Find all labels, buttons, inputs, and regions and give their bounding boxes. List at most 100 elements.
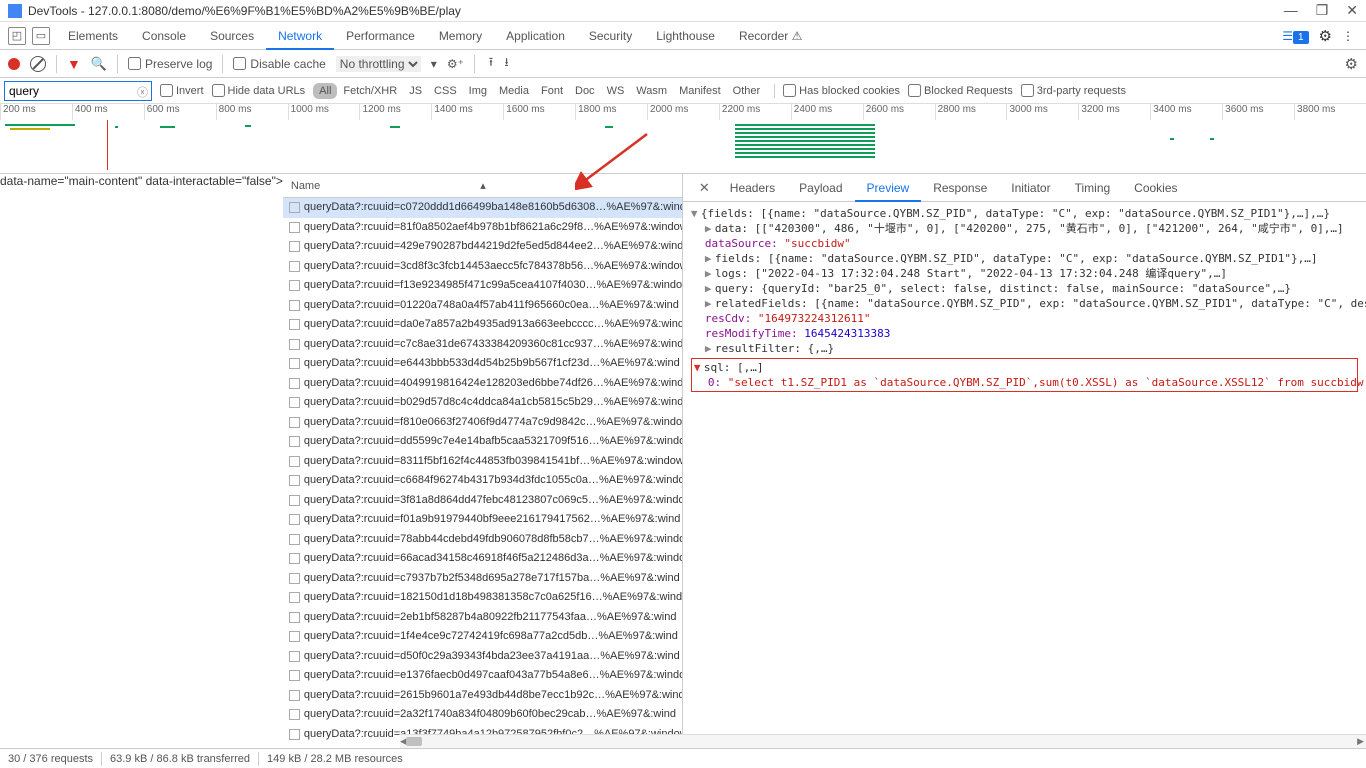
window-maximize-button[interactable]: ❐ xyxy=(1316,2,1329,19)
tab-recorder[interactable]: Recorder ⚠ xyxy=(727,22,814,50)
file-icon xyxy=(289,241,300,252)
tab-lighthouse[interactable]: Lighthouse xyxy=(644,22,727,50)
detail-tab-payload[interactable]: Payload xyxy=(787,174,854,202)
request-row[interactable]: queryData?:rcuuid=dd5599c7e4e14bafb5caa5… xyxy=(283,432,682,452)
filter-pill-other[interactable]: Other xyxy=(727,83,767,99)
clear-filter-icon[interactable]: ⓧ xyxy=(137,84,148,100)
tab-memory[interactable]: Memory xyxy=(427,22,494,50)
filter-pill-font[interactable]: Font xyxy=(535,83,569,99)
filter-pill-doc[interactable]: Doc xyxy=(569,83,601,99)
filter-pill-manifest[interactable]: Manifest xyxy=(673,83,727,99)
tab-security[interactable]: Security xyxy=(577,22,644,50)
requests-header[interactable]: Name▴ xyxy=(283,174,682,198)
file-icon xyxy=(289,280,300,291)
device-toggle-icon[interactable]: ▭ xyxy=(32,27,50,45)
filter-pill-img[interactable]: Img xyxy=(463,83,493,99)
detail-tab-timing[interactable]: Timing xyxy=(1063,174,1123,202)
window-minimize-button[interactable]: — xyxy=(1284,2,1298,19)
request-row[interactable]: queryData?:rcuuid=1f4e4ce9c72742419fc698… xyxy=(283,627,682,647)
request-row[interactable]: queryData?:rcuuid=2eb1bf58287b4a80922fb2… xyxy=(283,608,682,628)
hide-data-urls-checkbox[interactable]: Hide data URLs xyxy=(212,84,306,97)
detail-tab-preview[interactable]: Preview xyxy=(855,174,922,202)
scrollbar-thumb[interactable] xyxy=(406,737,422,746)
request-row[interactable]: queryData?:rcuuid=c0720ddd1d66499ba148e8… xyxy=(283,198,682,218)
request-row[interactable]: queryData?:rcuuid=182150d1d18b498381358c… xyxy=(283,588,682,608)
horizontal-scrollbar[interactable]: ◀ ▶ xyxy=(400,734,1366,748)
settings-icon[interactable]: ⚙ xyxy=(1319,27,1332,45)
request-row[interactable]: queryData?:rcuuid=01220a748a0a4f57ab411f… xyxy=(283,296,682,316)
request-row[interactable]: queryData?:rcuuid=429e790287bd44219d2fe5… xyxy=(283,237,682,257)
filter-input[interactable] xyxy=(4,81,152,101)
tab-console[interactable]: Console xyxy=(130,22,198,50)
inspect-element-icon[interactable]: ◰ xyxy=(8,27,26,45)
export-har-icon[interactable]: ⭳ xyxy=(504,55,508,69)
third-party-checkbox[interactable]: 3rd-party requests xyxy=(1021,84,1126,97)
blocked-requests-checkbox[interactable]: Blocked Requests xyxy=(908,84,1013,97)
close-detail-icon[interactable]: ✕ xyxy=(691,180,718,196)
file-icon xyxy=(289,709,300,720)
filter-pill-wasm[interactable]: Wasm xyxy=(630,83,673,99)
network-timeline[interactable]: 200 ms400 ms600 ms800 ms1000 ms1200 ms14… xyxy=(0,104,1366,174)
request-row[interactable]: queryData?:rcuuid=4049919816424e128203ed… xyxy=(283,374,682,394)
preview-content[interactable]: ▼{fields: [{name: "dataSource.QYBM.SZ_PI… xyxy=(683,202,1366,748)
record-button[interactable] xyxy=(8,58,20,70)
request-row[interactable]: queryData?:rcuuid=d50f0c29a39343f4bda23e… xyxy=(283,647,682,667)
request-row[interactable]: queryData?:rcuuid=78abb44cdebd49fdb90607… xyxy=(283,530,682,550)
clear-button[interactable] xyxy=(30,56,46,72)
network-conditions-icon[interactable]: ⚙⁺ xyxy=(447,57,464,71)
throttling-select[interactable]: No throttling xyxy=(336,56,421,72)
detail-tab-headers[interactable]: Headers xyxy=(718,174,787,202)
request-row[interactable]: queryData?:rcuuid=e1376faecb0d497caaf043… xyxy=(283,666,682,686)
filter-pill-all[interactable]: All xyxy=(313,83,337,99)
request-row[interactable]: queryData?:rcuuid=f13e9234985f471c99a5ce… xyxy=(283,276,682,296)
request-row[interactable]: queryData?:rcuuid=3f81a8d864dd47febc4812… xyxy=(283,491,682,511)
filter-pill-ws[interactable]: WS xyxy=(601,83,631,99)
blocked-cookies-checkbox[interactable]: Has blocked cookies xyxy=(783,84,900,97)
request-row[interactable]: queryData?:rcuuid=8311f5bf162f4c44853fb0… xyxy=(283,452,682,472)
request-row[interactable]: queryData?:rcuuid=3cd8f3c3fcb14453aecc5f… xyxy=(283,257,682,277)
detail-tab-cookies[interactable]: Cookies xyxy=(1122,174,1189,202)
search-icon[interactable]: 🔍 xyxy=(91,56,107,72)
request-row[interactable]: queryData?:rcuuid=66acad34158c46918f46f5… xyxy=(283,549,682,569)
filter-pill-css[interactable]: CSS xyxy=(428,83,463,99)
request-row[interactable]: queryData?:rcuuid=e6443bbb533d4d54b25b9b… xyxy=(283,354,682,374)
tab-performance[interactable]: Performance xyxy=(334,22,427,50)
filter-toggle-icon[interactable]: ▼ xyxy=(67,56,81,72)
request-row[interactable]: queryData?:rcuuid=c7937b7b2f5348d695a278… xyxy=(283,569,682,589)
file-icon xyxy=(289,534,300,545)
request-row[interactable]: queryData?:rcuuid=c7c8ae31de674333842093… xyxy=(283,335,682,355)
request-row[interactable]: queryData?:rcuuid=b029d57d8c4c4ddca84a1c… xyxy=(283,393,682,413)
request-row[interactable]: queryData?:rcuuid=f01a9b91979440bf9eee21… xyxy=(283,510,682,530)
throttling-dropdown-icon[interactable]: ▾ xyxy=(431,57,437,71)
request-row[interactable]: queryData?:rcuuid=da0e7a857a2b4935ad913a… xyxy=(283,315,682,335)
filter-pill-js[interactable]: JS xyxy=(403,83,428,99)
request-row[interactable]: queryData?:rcuuid=81f0a8502aef4b978b1bf8… xyxy=(283,218,682,238)
more-menu-icon[interactable]: ⋮ xyxy=(1342,29,1354,43)
filter-pill-media[interactable]: Media xyxy=(493,83,535,99)
network-toolbar: ▼ 🔍 Preserve log Disable cache No thrott… xyxy=(0,50,1366,78)
file-icon xyxy=(289,417,300,428)
request-row[interactable]: queryData?:rcuuid=2a32f1740a834f04809b60… xyxy=(283,705,682,725)
filter-pill-fetchxhr[interactable]: Fetch/XHR xyxy=(337,83,403,99)
request-row[interactable]: queryData?:rcuuid=f810e0663f27406f9d4774… xyxy=(283,413,682,433)
network-settings-icon[interactable]: ⚙ xyxy=(1345,55,1358,73)
file-icon xyxy=(289,358,300,369)
issues-badge[interactable]: ☰1 xyxy=(1282,29,1308,43)
preserve-log-checkbox[interactable]: Preserve log xyxy=(128,57,212,71)
window-close-button[interactable]: ✕ xyxy=(1346,2,1358,19)
detail-tab-initiator[interactable]: Initiator xyxy=(999,174,1062,202)
file-icon xyxy=(289,651,300,662)
tab-elements[interactable]: Elements xyxy=(56,22,130,50)
tab-application[interactable]: Application xyxy=(494,22,577,50)
file-icon xyxy=(289,475,300,486)
request-row[interactable]: queryData?:rcuuid=2615b9601a7e493db44d8b… xyxy=(283,686,682,706)
disable-cache-checkbox[interactable]: Disable cache xyxy=(233,57,325,71)
tab-sources[interactable]: Sources xyxy=(198,22,266,50)
tab-network[interactable]: Network xyxy=(266,22,334,50)
invert-checkbox[interactable]: Invert xyxy=(160,84,204,97)
file-icon xyxy=(289,378,300,389)
request-row[interactable]: queryData?:rcuuid=c6684f96274b4317b934d3… xyxy=(283,471,682,491)
status-resources: 149 kB / 28.2 MB resources xyxy=(267,753,403,765)
detail-tab-response[interactable]: Response xyxy=(921,174,999,202)
import-har-icon[interactable]: ⭱ xyxy=(489,55,493,69)
